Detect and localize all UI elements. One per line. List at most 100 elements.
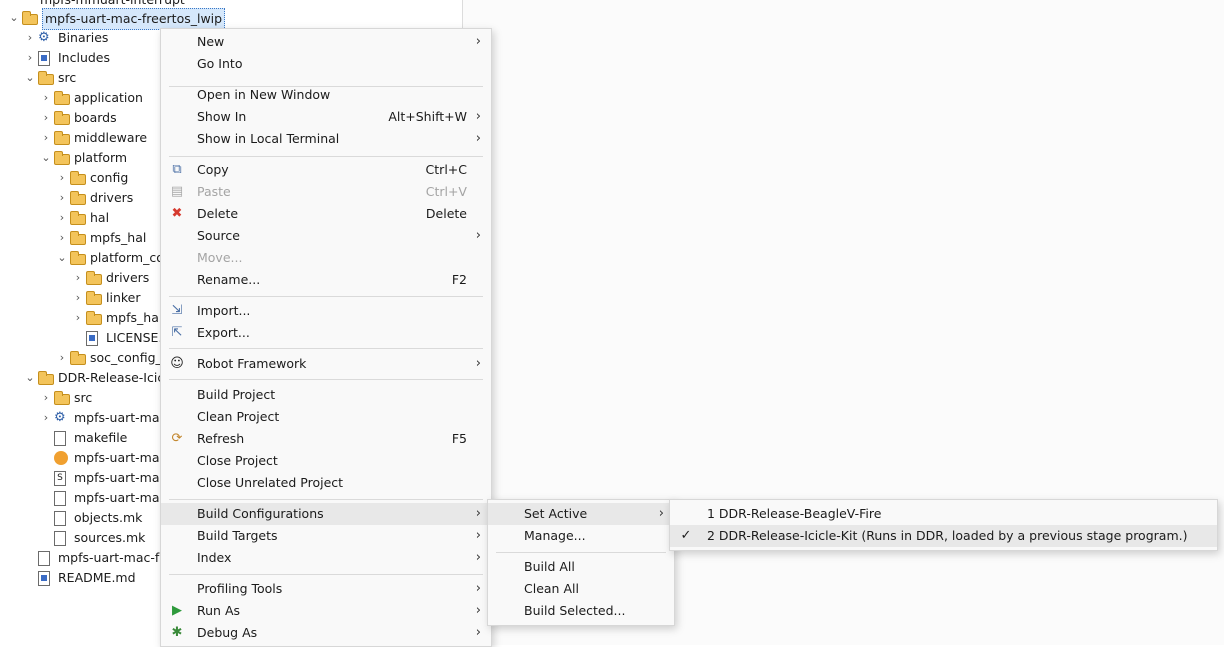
submenu-arrow-icon: › <box>475 228 481 243</box>
menu-item-2-ddr-release-icicle-kit-runs-in-ddr-loaded-by-a-previous-stage-program[interactable]: ✓ 2 DDR-Release-Icicle-Kit (Runs in DDR, … <box>670 525 1217 547</box>
chevron-down-icon[interactable]: ⌄ <box>40 148 52 168</box>
tree-row-label: mpfs-uart-mac <box>74 450 167 465</box>
chevron-down-icon[interactable]: ⌄ <box>8 8 20 28</box>
menu-item-run-as[interactable]: ▶ Run As › <box>161 600 491 622</box>
menu-item-open-in-new-window[interactable]: Open in New Window <box>161 84 491 106</box>
menu-item-close-project[interactable]: Close Project <box>161 450 491 472</box>
folder-icon <box>54 391 70 405</box>
menu-item-label: Close Project <box>197 453 278 468</box>
menu-item-new[interactable]: New › <box>161 31 491 53</box>
refresh-icon: ⟳ <box>171 431 183 446</box>
menu-item-label: Rename... <box>197 272 261 287</box>
checkmark-icon: ✓ <box>680 528 692 543</box>
robot-icon: ☺ <box>170 356 184 371</box>
menu-item-set-active[interactable]: Set Active › <box>488 503 674 525</box>
chevron-right-icon[interactable]: › <box>56 348 68 368</box>
menu-item-label: Robot Framework <box>197 356 307 371</box>
menu-item-index[interactable]: Index › <box>161 547 491 569</box>
chevron-right-icon[interactable]: › <box>24 48 36 68</box>
menu-separator <box>169 574 483 575</box>
folder-icon <box>54 111 70 125</box>
folder-icon <box>54 131 70 145</box>
set-active-submenu: 1 DDR-Release-BeagleV-Fire ✓ 2 DDR-Release… <box>669 499 1218 551</box>
chevron-right-icon[interactable]: › <box>72 268 84 288</box>
menu-item-build-configurations[interactable]: Build Configurations › <box>161 503 491 525</box>
chevron-right-icon[interactable]: › <box>40 108 52 128</box>
menu-item-build-selected[interactable]: Build Selected... <box>488 600 674 622</box>
chevron-right-icon[interactable]: › <box>24 28 36 48</box>
menu-item-label: Import... <box>197 303 251 318</box>
menu-item-clean-project[interactable]: Clean Project <box>161 406 491 428</box>
tree-row-label: soc_config_g <box>90 350 170 365</box>
menu-item-label: Export... <box>197 325 250 340</box>
menu-item-clean-all[interactable]: Clean All <box>488 578 674 600</box>
menu-item-profiling-tools[interactable]: Profiling Tools › <box>161 578 491 600</box>
chevron-down-icon[interactable]: ⌄ <box>24 368 36 388</box>
menu-item-show-in[interactable]: Show In Alt+Shift+W › <box>161 106 491 128</box>
copy-icon: ⧉ <box>172 162 182 177</box>
menu-item-label: Index <box>197 550 232 565</box>
chevron-right-icon[interactable]: › <box>40 88 52 108</box>
chevron-right-icon[interactable]: › <box>40 408 52 428</box>
menu-item-build-project[interactable]: Build Project <box>161 384 491 406</box>
tree-row-label: mpfs-uart-mac <box>74 410 167 425</box>
chevron-right-icon[interactable]: › <box>56 228 68 248</box>
tree-row-label: application <box>74 90 143 105</box>
chevron-right-icon[interactable]: › <box>72 308 84 328</box>
tree-row-label: mpfs-uart-mac-freertos_lwip <box>42 8 226 30</box>
menu-item-paste: ▤ Paste Ctrl+V <box>161 181 491 203</box>
tree-row-label: DDR-Release-Icicl <box>58 370 168 385</box>
chevron-right-icon[interactable]: › <box>56 188 68 208</box>
menu-item-go-into[interactable]: Go Into <box>161 53 491 75</box>
submenu-arrow-icon: › <box>658 506 664 521</box>
chevron-right-icon[interactable]: › <box>40 128 52 148</box>
chevron-down-icon[interactable]: ⌄ <box>56 248 68 268</box>
menu-item-show-in-local-terminal[interactable]: Show in Local Terminal › <box>161 128 491 150</box>
menu-item-build-all[interactable]: Build All <box>488 556 674 578</box>
asm-file-icon: S <box>54 471 66 486</box>
delete-icon: ✖ <box>171 206 183 221</box>
chevron-right-icon[interactable]: › <box>56 208 68 228</box>
menu-item-manage[interactable]: Manage... <box>488 525 674 547</box>
menu-item-label: Show in Local Terminal <box>197 131 340 146</box>
menu-separator <box>169 348 483 349</box>
menu-item-accelerator: Alt+Shift+W <box>388 109 467 124</box>
menu-separator <box>169 379 483 380</box>
chevron-right-icon[interactable]: › <box>72 288 84 308</box>
menu-item-rename[interactable]: Rename... F2 <box>161 269 491 291</box>
chevron-right-icon[interactable]: › <box>56 168 68 188</box>
menu-item-label: Refresh <box>197 431 245 446</box>
chevron-right-icon[interactable]: › <box>40 388 52 408</box>
menu-item-debug-as[interactable]: ✱ Debug As › <box>161 622 491 644</box>
menu-item-1-ddr-release-beaglev-fire[interactable]: 1 DDR-Release-BeagleV-Fire <box>670 503 1217 525</box>
tree-row-label: platform <box>74 150 128 165</box>
menu-item-label: Open in New Window <box>197 87 331 102</box>
menu-item-import[interactable]: ⇲ Import... <box>161 300 491 322</box>
menu-item-close-unrelated-project[interactable]: Close Unrelated Project <box>161 472 491 494</box>
chevron-down-icon[interactable]: ⌄ <box>24 68 36 88</box>
folder-icon <box>38 71 54 85</box>
menu-item-copy[interactable]: ⧉ Copy Ctrl+C <box>161 159 491 181</box>
folder-icon <box>86 291 102 305</box>
tree-row-label: objects.mk <box>74 510 143 525</box>
folder-icon <box>86 311 102 325</box>
menu-item-delete[interactable]: ✖ Delete Delete <box>161 203 491 225</box>
menu-item-source[interactable]: Source › <box>161 225 491 247</box>
menu-item-label: New <box>197 34 225 49</box>
folder-icon <box>54 91 70 105</box>
project-icon <box>22 11 38 25</box>
menu-item-label: Paste <box>197 184 231 199</box>
menu-separator <box>169 499 483 500</box>
menu-item-build-targets[interactable]: Build Targets › <box>161 525 491 547</box>
tree-row-label: LICENSE. <box>106 330 163 345</box>
submenu-arrow-icon: › <box>475 34 481 49</box>
tree-row-label: Binaries <box>58 30 109 45</box>
tree-row-label: README.md <box>58 570 136 585</box>
menu-item-refresh[interactable]: ⟳ Refresh F5 <box>161 428 491 450</box>
tree-row-label: makefile <box>74 430 128 445</box>
menu-item-export[interactable]: ⇱ Export... <box>161 322 491 344</box>
tree-row-label: middleware <box>74 130 148 145</box>
menu-item-label: Delete <box>197 206 239 221</box>
menu-item-robot-framework[interactable]: ☺ Robot Framework › <box>161 353 491 375</box>
submenu-arrow-icon: › <box>475 109 481 124</box>
